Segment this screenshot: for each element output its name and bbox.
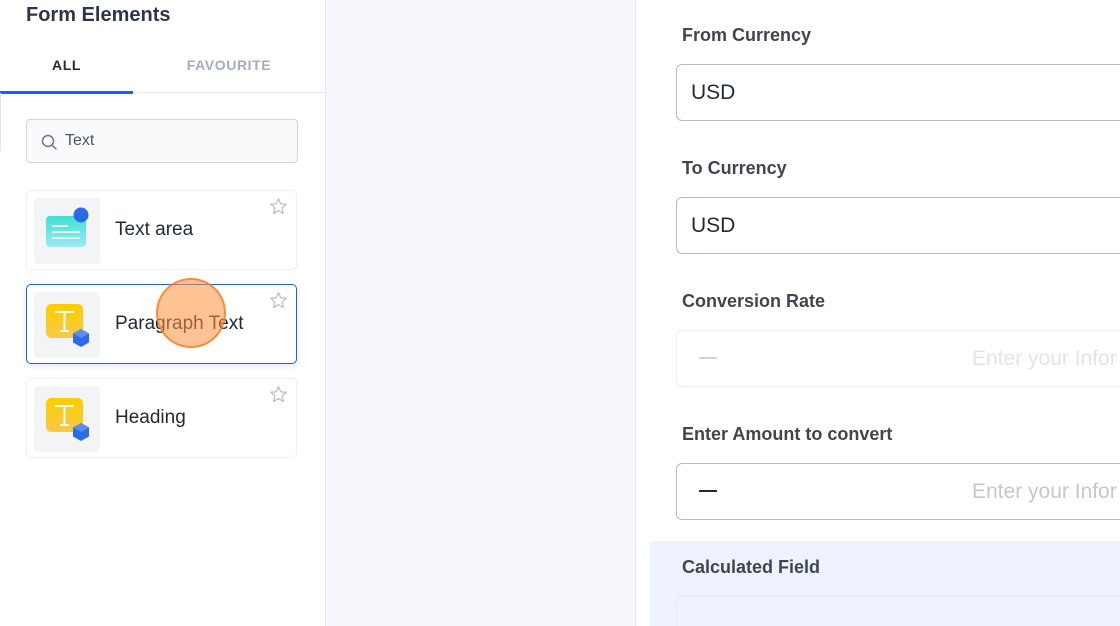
minus-icon[interactable] <box>699 490 717 492</box>
to-currency-select[interactable]: USD <box>676 197 1120 254</box>
field-label-conversion-rate: Conversion Rate <box>682 291 826 311</box>
star-outline-icon[interactable] <box>269 197 288 216</box>
field-label-amount: Enter Amount to convert <box>682 424 893 444</box>
field-value: USD <box>691 214 736 237</box>
calculated-field-input <box>676 596 1120 626</box>
search-input[interactable] <box>65 120 290 162</box>
paragraph-text-icon <box>34 292 100 358</box>
heading-icon <box>34 386 100 452</box>
field-value: USD <box>691 81 736 104</box>
search-icon <box>41 134 57 150</box>
tab-favourite[interactable]: FAVOURITE <box>133 46 325 93</box>
field-placeholder: Enter your Infor <box>972 347 1117 370</box>
element-tabs: ALL FAVOURITE <box>0 46 325 94</box>
element-card-text-area[interactable]: Text area <box>26 190 297 270</box>
field-label-calculated: Calculated Field <box>682 557 821 577</box>
divider <box>0 93 1 151</box>
minus-icon <box>699 357 717 359</box>
conversion-rate-input: Enter your Infor <box>676 330 1120 387</box>
from-currency-select[interactable]: USD <box>676 64 1120 121</box>
element-label: Paragraph Text <box>115 313 244 334</box>
form-elements-panel: Form Elements ALL FAVOURITE Text Text ar… <box>0 0 326 626</box>
search-box[interactable] <box>26 119 298 163</box>
element-label: Heading <box>115 407 186 428</box>
star-outline-icon[interactable] <box>269 385 288 404</box>
field-label-from-currency: From Currency <box>682 25 812 45</box>
field-label-to-currency: To Currency <box>682 158 787 178</box>
form-preview: From Currency USD To Currency USD Conver… <box>637 0 1120 626</box>
tab-all[interactable]: ALL <box>0 46 133 94</box>
canvas-gap <box>326 0 636 626</box>
element-card-paragraph-text[interactable]: Paragraph Text <box>26 284 297 364</box>
field-placeholder: Enter your Infor <box>972 480 1117 503</box>
element-card-heading[interactable]: Heading <box>26 378 297 458</box>
amount-input[interactable]: Enter your Infor <box>676 463 1120 520</box>
text-area-icon <box>34 198 100 264</box>
panel-title: Form Elements <box>26 4 171 26</box>
element-label: Text area <box>115 219 194 240</box>
star-outline-icon[interactable] <box>269 291 288 310</box>
